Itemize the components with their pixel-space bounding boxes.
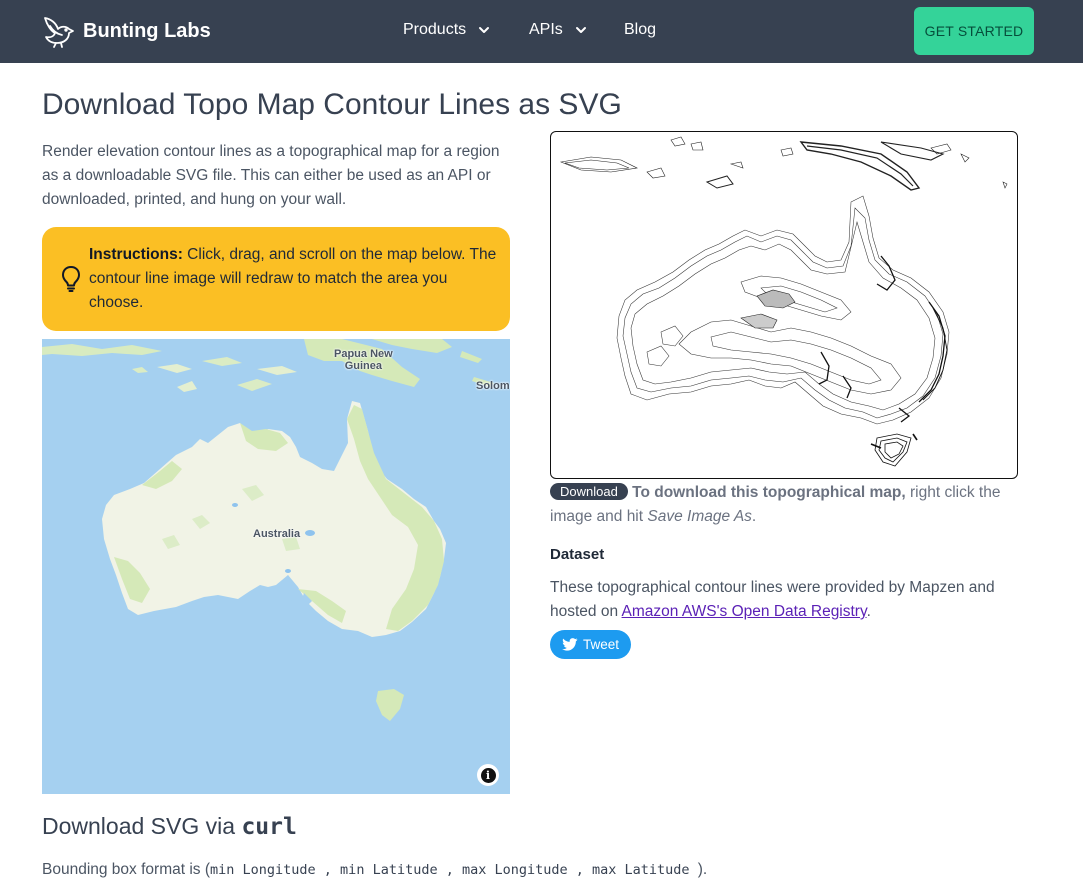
map-label-solomon: Solom bbox=[476, 380, 510, 392]
download-instructions: Download To download this topographical … bbox=[550, 481, 1020, 529]
map-label-papua-new-guinea: Papua New Guinea bbox=[334, 348, 393, 372]
bbox-format-text: Bounding box format is (min Longitude , … bbox=[42, 861, 707, 879]
nav-blog[interactable]: Blog bbox=[624, 21, 656, 39]
chevron-down-icon bbox=[479, 27, 490, 33]
bunting-bird-logo-icon bbox=[44, 17, 74, 48]
tweet-label: Tweet bbox=[582, 637, 620, 652]
curl-heading-code: curl bbox=[241, 814, 297, 840]
interactive-map[interactable]: Papua New Guinea Solom Australia i bbox=[42, 339, 510, 794]
chevron-down-icon bbox=[575, 27, 586, 33]
topo-contour-image[interactable] bbox=[550, 131, 1018, 479]
instructions-text: Instructions: Click, drag, and scroll on… bbox=[89, 243, 499, 315]
nav-apis-label: APIs bbox=[529, 21, 563, 38]
brand-name: Bunting Labs bbox=[83, 19, 211, 42]
bbox-code: min Longitude , min Latitude , max Longi… bbox=[210, 862, 698, 878]
bbox-prefix: Bounding box format is ( bbox=[42, 861, 211, 878]
dataset-heading: Dataset bbox=[550, 546, 605, 563]
map-attribution-button[interactable]: i bbox=[477, 764, 499, 786]
download-button[interactable]: Download bbox=[550, 483, 628, 500]
top-navbar: Bunting Labs Products APIs Blog GET STAR… bbox=[0, 0, 1083, 63]
lightbulb-icon bbox=[62, 266, 80, 292]
map-canvas[interactable] bbox=[42, 339, 510, 794]
instructions-label: Instructions: bbox=[89, 246, 183, 263]
tweet-button[interactable]: Tweet bbox=[550, 630, 631, 659]
nav-products-label: Products bbox=[403, 21, 467, 38]
dataset-text-end: . bbox=[866, 603, 871, 620]
curl-heading-prefix: Download SVG via bbox=[42, 813, 242, 839]
download-bold-text: To download this topographical map, bbox=[632, 484, 906, 501]
aws-open-data-link[interactable]: Amazon AWS's Open Data Registry bbox=[622, 603, 867, 620]
info-icon: i bbox=[480, 767, 496, 783]
map-label-australia: Australia bbox=[253, 528, 301, 540]
curl-section-heading: Download SVG via curl bbox=[42, 813, 297, 840]
download-em-text: Save Image As bbox=[647, 508, 752, 525]
dataset-paragraph: These topographical contour lines were p… bbox=[550, 576, 1020, 624]
brand-link[interactable]: Bunting Labs bbox=[42, 14, 211, 48]
download-text-2: . bbox=[751, 508, 757, 525]
twitter-bird-icon bbox=[562, 638, 578, 651]
get-started-button[interactable]: GET STARTED bbox=[914, 7, 1034, 55]
nav-products[interactable]: Products bbox=[403, 21, 490, 39]
contour-lines-svg bbox=[559, 136, 1008, 467]
nav-apis[interactable]: APIs bbox=[529, 21, 587, 39]
bbox-suffix: ). bbox=[697, 861, 708, 878]
intro-paragraph: Render elevation contour lines as a topo… bbox=[42, 143, 500, 208]
nav-blog-label: Blog bbox=[624, 21, 657, 38]
page-title: Download Topo Map Contour Lines as SVG bbox=[42, 88, 622, 121]
instructions-callout: Instructions: Click, drag, and scroll on… bbox=[42, 227, 510, 331]
